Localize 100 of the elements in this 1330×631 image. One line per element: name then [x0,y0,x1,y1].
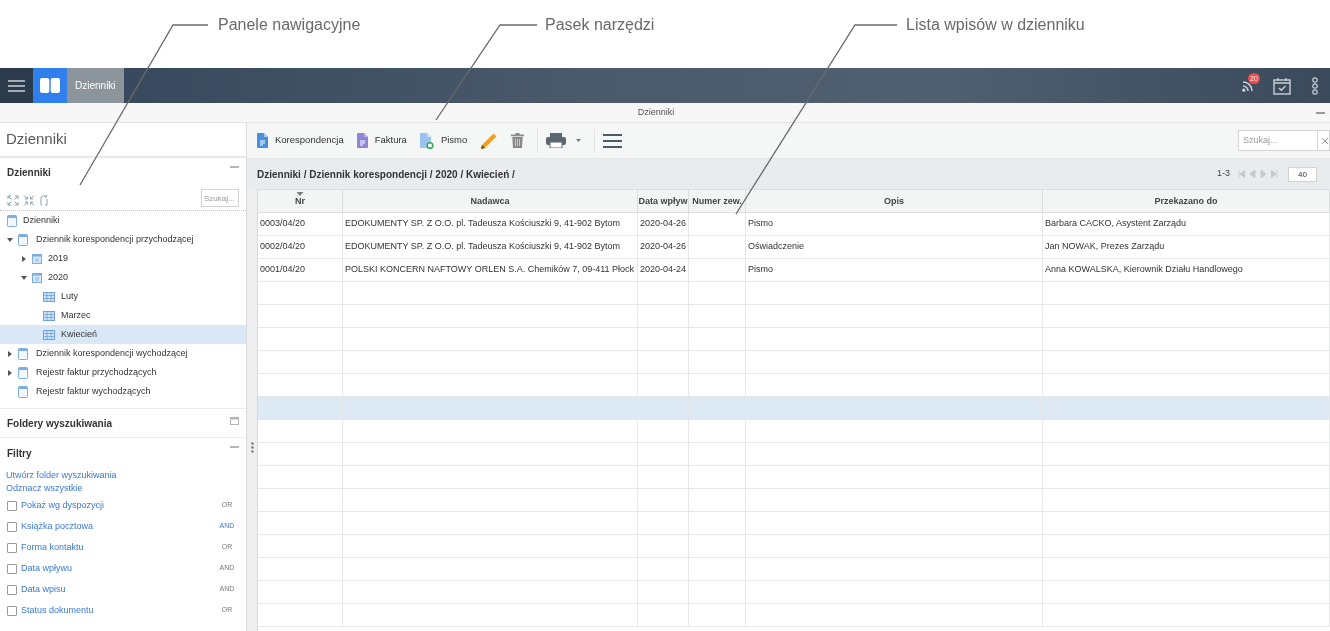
search-field[interactable]: Szukaj... [1238,130,1318,151]
table-cell: POLSKI KONCERN NAFTOWY ORLEN S.A. Chemików 7, 09-411 Płock [345,263,635,277]
column-header[interactable]: Nr [258,190,343,212]
empty-table-row[interactable] [258,558,1330,581]
tree-item[interactable]: Kwiecień [0,325,246,344]
clear-search-button[interactable] [1318,130,1330,151]
rss-icon [1241,79,1255,92]
callout-label: Pasek narzędzi [545,15,655,35]
callout-label: Lista wpisów w dzienniku [906,15,1085,35]
calendar-check-icon [1273,76,1291,95]
column-header[interactable]: Opis [746,190,1043,212]
filter-link[interactable]: Książka pocztowa [21,519,94,534]
journal-icon [18,347,28,360]
new-letter-button[interactable]: Pismo [415,127,472,154]
expand-all-icon[interactable] [7,194,19,206]
section-title: Foldery wyszukiwania [7,416,113,431]
first-page-icon[interactable] [1238,170,1245,178]
main-menu-button[interactable] [0,68,33,103]
tree-item[interactable]: Rejestr faktur wychodzących [0,382,246,401]
table-cell: EDOKUMENTY SP. Z O.O. pl. Tadeusza Kościuszki 9, 41-902 Bytom [345,217,621,231]
filter-link[interactable]: Pokaż wg dyspozycji [21,498,105,513]
table-cell: Pismo [748,263,773,277]
checkbox[interactable] [7,605,17,616]
empty-table-row[interactable] [258,604,1330,627]
column-header[interactable]: Nadawca [343,190,638,212]
module-button[interactable] [33,68,67,103]
empty-table-row[interactable] [258,512,1330,535]
caret-icon[interactable] [7,236,13,243]
panel-title: Dzienniki [6,129,67,150]
tree-search-field[interactable]: Szukaj... [201,189,239,207]
tree-item[interactable]: Dzienniki [0,211,246,230]
tree-item[interactable]: Luty [0,287,246,306]
column-header[interactable]: Numer zew. [689,190,746,212]
journal-icon [18,366,28,379]
empty-table-row[interactable] [258,466,1330,489]
tree-item[interactable]: Dziennik korespondencji wychodzącej [0,344,246,363]
next-page-icon[interactable] [1260,170,1267,178]
text-link[interactable]: Odznacz wszystkie [6,482,83,495]
table-cell: 2020-04-26 [640,217,687,231]
checkbox[interactable] [7,521,17,532]
refresh-icon[interactable] [39,194,50,206]
column-header[interactable]: Przekazano do [1043,190,1330,212]
tree-item[interactable]: Dziennik korespondencji przychodzącej [0,230,246,249]
grid-icon [43,310,55,321]
table-cell: Pismo [748,217,773,231]
menu-icon [8,79,25,92]
document-icon [356,133,368,148]
filter-link[interactable]: Forma kontaktu [21,540,84,555]
page-size-field[interactable]: 40 [1288,166,1317,182]
text-link[interactable]: Utwórz folder wyszukiwania [6,469,117,482]
empty-table-row[interactable] [258,489,1330,512]
empty-table-row[interactable] [258,581,1330,604]
section-title: Filtry [7,446,32,461]
checkbox[interactable] [7,542,17,553]
empty-table-row[interactable] [258,351,1330,374]
table-cell: 0003/04/20 [260,217,306,231]
book-icon [40,78,60,93]
menu-icon [603,133,623,148]
last-page-icon[interactable] [1271,170,1278,178]
previous-page-icon[interactable] [1249,170,1256,178]
grip-icon[interactable] [250,442,254,453]
table-cell: EDOKUMENTY SP. Z O.O. pl. Tadeusza Kościuszki 9, 41-902 Bytom [345,240,621,254]
collapse-all-icon[interactable] [23,194,35,206]
checkbox[interactable] [7,563,17,574]
tree-item[interactable]: 2020 [0,268,246,287]
caret-icon[interactable] [7,369,13,376]
checkbox[interactable] [7,584,17,595]
tree-item[interactable]: 2019 [0,249,246,268]
new-invoice-button[interactable]: Faktura [352,127,411,154]
journal-icon [18,233,28,246]
pager-range: 1-3 [1217,167,1230,181]
table-cell: Anna KOWALSKA, Kierownik Działu Handlowego [1045,263,1243,277]
minimize-button[interactable] [1314,111,1326,115]
breadcrumb: Dzienniki / Dziennik korespondencji / 2020 / Kwiecień / [257,167,515,182]
new-correspondence-button[interactable]: Korespondencja [253,127,348,154]
tree-item[interactable]: Marzec [0,306,246,325]
journal-icon [18,385,28,398]
expand-icon[interactable] [230,417,239,425]
filter-link[interactable]: Data wpisu [21,582,66,597]
empty-table-row[interactable] [258,328,1330,351]
more-vertical-icon [1312,76,1318,95]
grid-icon [43,291,55,302]
caret-icon[interactable] [21,255,27,262]
caret-icon[interactable] [7,350,13,357]
empty-table-row[interactable] [258,535,1330,558]
minimize-icon [1315,112,1325,114]
table-cell: 2020-04-26 [640,240,687,254]
table-cell: 2020-04-24 [640,263,687,277]
tree-item[interactable]: Rejestr faktur przychodzących [0,363,246,382]
filter-link[interactable]: Status dokumentu [21,603,94,618]
empty-table-row[interactable] [258,305,1330,328]
filter-link[interactable]: Data wpływu [21,561,73,576]
pencil-icon [480,131,499,150]
caret-icon[interactable] [21,274,27,281]
empty-table-row[interactable] [258,282,1330,305]
table-cell: Barbara CACKO, Asystent Zarządu [1045,217,1187,231]
column-header[interactable]: Data wpływ [638,190,689,212]
calendar-icon [32,253,42,264]
empty-table-row[interactable] [258,374,1330,397]
checkbox[interactable] [7,500,17,511]
